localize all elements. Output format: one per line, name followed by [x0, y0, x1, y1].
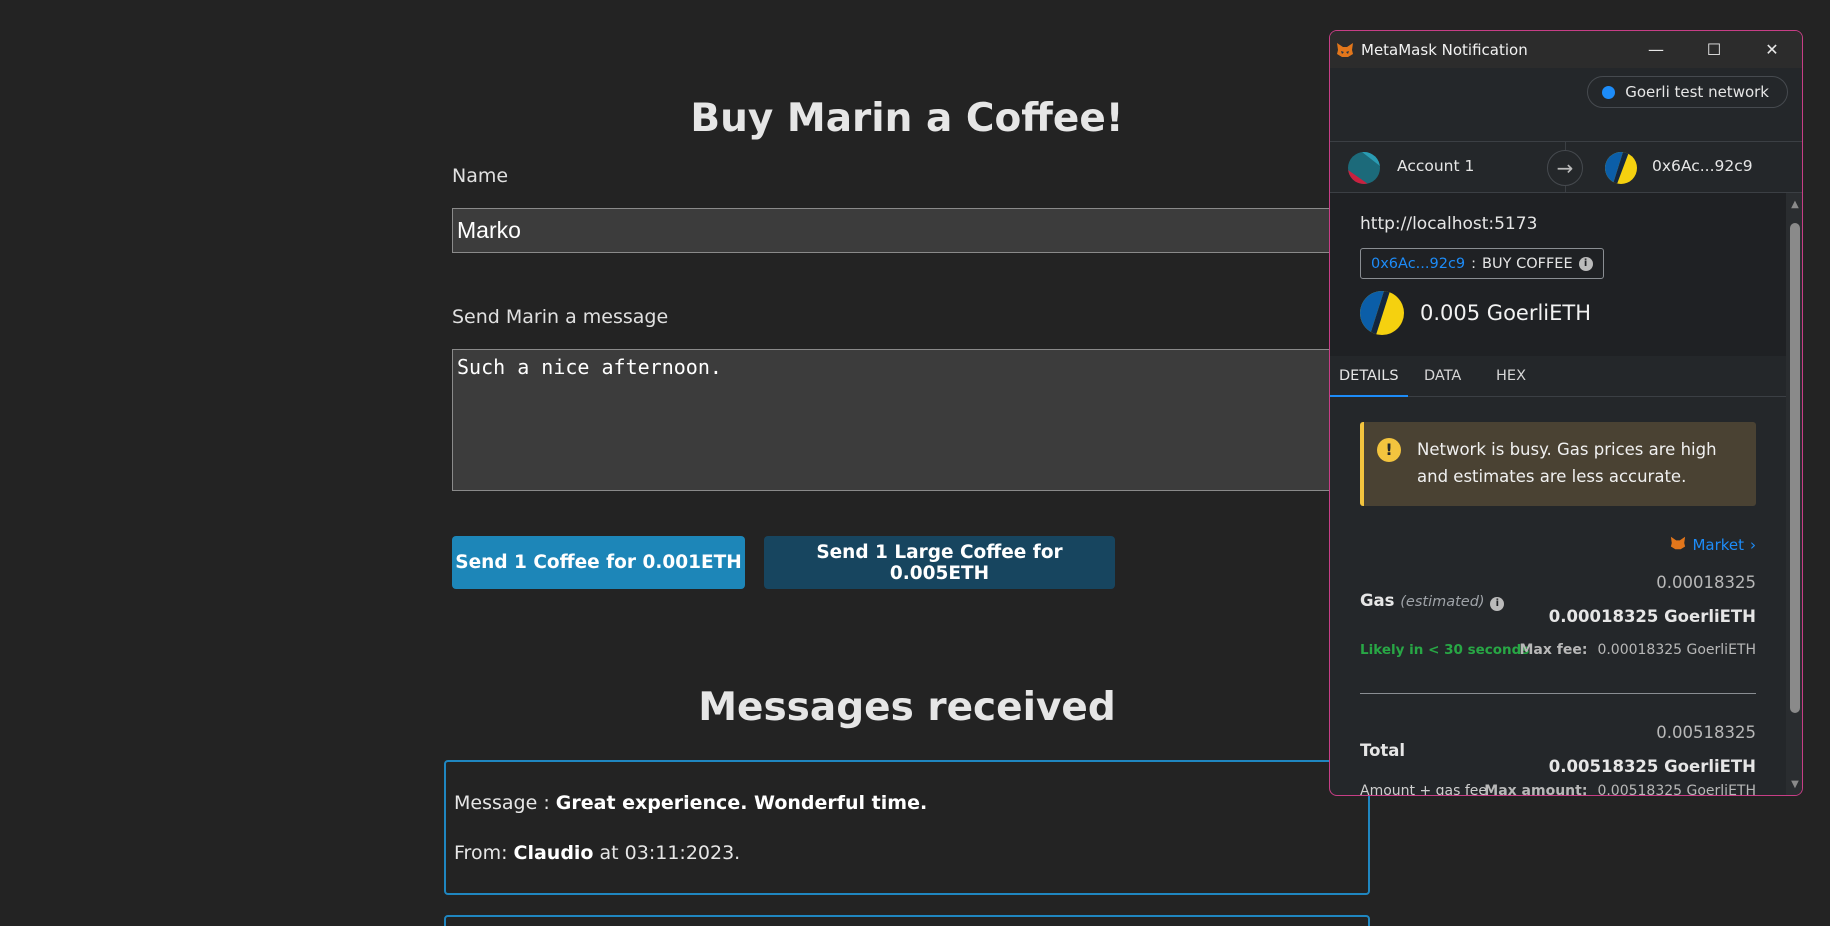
gas-estimated: (estimated): [1400, 594, 1485, 610]
max-fee-label: Max fee:: [1519, 642, 1588, 658]
tab-data[interactable]: DATA: [1424, 356, 1461, 397]
max-amount-row: Max amount: 0.00518325 GoerliETH: [1484, 783, 1756, 796]
tab-hex[interactable]: HEX: [1496, 356, 1526, 397]
message-body: Great experience. Wonderful time.: [555, 792, 928, 814]
gas-title: Gas: [1360, 591, 1395, 610]
origin-url: http://localhost:5173: [1360, 214, 1538, 234]
network-selector[interactable]: Goerli test network: [1587, 76, 1788, 108]
gas-value-goerlieth: 0.00018325 GoerliETH: [1548, 607, 1756, 626]
details-tabs: DETAILS DATA HEX: [1330, 356, 1786, 397]
window-titlebar: MetaMask Notification — ☐ ✕: [1330, 31, 1802, 68]
divider: [1360, 693, 1756, 694]
accounts-bar: Account 1 → 0x6Ac...92c9: [1330, 142, 1802, 193]
window-title: MetaMask Notification: [1361, 40, 1528, 59]
network-bar: Goerli test network: [1330, 68, 1802, 142]
chevron-right-icon: ›: [1750, 536, 1756, 554]
max-amount-value: 0.00518325 GoerliETH: [1597, 783, 1756, 796]
gas-value: 0.00018325: [1656, 573, 1756, 592]
total-label: Total: [1360, 741, 1406, 760]
network-busy-warning: ! Network is busy. Gas prices are high a…: [1360, 422, 1756, 506]
method-badge: 0x6Ac...92c9 : BUY COFFEE i: [1360, 248, 1604, 279]
maximize-button[interactable]: ☐: [1685, 31, 1743, 68]
market-label: Market: [1692, 536, 1744, 554]
send-coffee-button[interactable]: Send 1 Coffee for 0.001ETH: [452, 536, 745, 589]
message-from: From: Claudio at 03:11:2023.: [454, 842, 740, 864]
scrollbar-thumb[interactable]: [1790, 223, 1800, 713]
to-account-address[interactable]: 0x6Ac...92c9: [1652, 157, 1753, 175]
transaction-summary: http://localhost:5173 0x6Ac...92c9 : BUY…: [1330, 193, 1786, 356]
max-fee-row: Max fee: 0.00018325 GoerliETH: [1519, 642, 1756, 658]
total-value-goerlieth: 0.00518325 GoerliETH: [1548, 757, 1756, 776]
transaction-amount: 0.005 GoerliETH: [1420, 301, 1592, 325]
scroll-up-icon[interactable]: ▲: [1789, 199, 1801, 211]
transaction-details: http://localhost:5173 0x6Ac...92c9 : BUY…: [1330, 193, 1786, 796]
message-card: Message : Great experience. Wonderful ti…: [444, 760, 1370, 895]
method-separator: :: [1471, 255, 1477, 272]
total-value: 0.00518325: [1656, 723, 1756, 742]
message-date: at 03:11:2023.: [593, 842, 741, 864]
recipient-avatar-icon: [1605, 152, 1637, 184]
amount-gas-label: Amount + gas fee: [1360, 783, 1488, 796]
network-name: Goerli test network: [1625, 83, 1769, 101]
close-button[interactable]: ✕: [1743, 31, 1801, 68]
arrow-right-icon: →: [1547, 150, 1583, 186]
message-card: [444, 915, 1370, 926]
from-prefix: From:: [454, 842, 514, 864]
minimize-button[interactable]: —: [1627, 31, 1685, 68]
scroll-down-icon[interactable]: ▼: [1789, 779, 1801, 791]
send-large-coffee-button[interactable]: Send 1 Large Coffee for 0.005ETH: [764, 536, 1115, 589]
warning-text: Network is busy. Gas prices are high and…: [1417, 440, 1717, 486]
messages-title: Messages received: [698, 685, 1116, 730]
message-prefix: Message :: [454, 792, 556, 814]
market-gas-option[interactable]: Market ›: [1670, 535, 1756, 555]
max-fee-value: 0.00018325 GoerliETH: [1597, 642, 1756, 658]
name-input[interactable]: [452, 208, 1372, 253]
fox-market-icon: [1670, 535, 1686, 555]
name-label: Name: [452, 165, 509, 187]
page-title: Buy Marin a Coffee!: [690, 96, 1124, 141]
warning-icon: !: [1377, 438, 1401, 462]
token-icon: [1360, 291, 1404, 335]
message-label: Send Marin a message: [452, 306, 669, 328]
network-dot-icon: [1602, 85, 1616, 99]
tab-details[interactable]: DETAILS: [1330, 356, 1408, 397]
message-text: Message : Great experience. Wonderful ti…: [454, 792, 927, 814]
gas-label: Gas (estimated) i: [1360, 591, 1505, 611]
message-input[interactable]: Such a nice afternoon.: [452, 349, 1372, 491]
contract-address-link[interactable]: 0x6Ac...92c9: [1371, 256, 1465, 272]
metamask-fox-icon: [1336, 41, 1354, 59]
likely-time: Likely in < 30 seconds: [1360, 642, 1530, 658]
from-name: Claudio: [513, 842, 594, 864]
info-icon[interactable]: i: [1578, 256, 1593, 271]
gas-info-icon[interactable]: i: [1490, 597, 1505, 611]
max-amount-label: Max amount:: [1484, 783, 1588, 796]
account-1-avatar-icon: [1348, 152, 1380, 184]
scrollbar[interactable]: ▲ ▼: [1786, 193, 1802, 795]
metamask-window: MetaMask Notification — ☐ ✕ Goerli test …: [1329, 30, 1803, 796]
method-name: BUY COFFEE: [1482, 255, 1573, 272]
from-account-name[interactable]: Account 1: [1397, 157, 1474, 175]
